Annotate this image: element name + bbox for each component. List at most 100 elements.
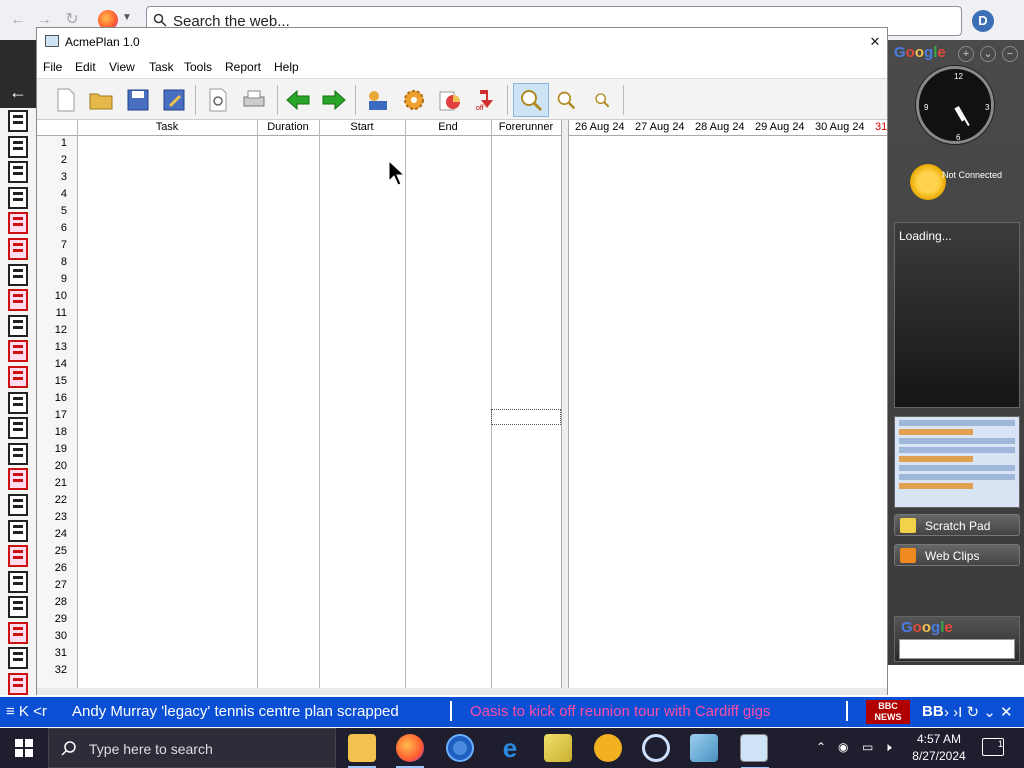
tray-chevron-icon[interactable]: ⌃ [816, 740, 826, 754]
row-number[interactable]: 28 [37, 596, 67, 608]
error-file-icon[interactable] [8, 340, 28, 363]
error-file-icon[interactable] [8, 237, 28, 260]
browser-back-icon[interactable]: ← [8, 10, 28, 30]
print-icon[interactable] [239, 85, 269, 115]
tabs-icon[interactable] [0, 40, 36, 78]
row-number[interactable]: 8 [37, 256, 67, 268]
web-clips-gadget[interactable]: Web Clips [894, 544, 1020, 566]
settings-gear-icon[interactable] [399, 85, 429, 115]
ticker-headline[interactable]: Andy Murray 'legacy' tennis centre plan … [72, 703, 399, 720]
windows-start-icon[interactable] [0, 728, 48, 768]
volume-muted-icon[interactable]: 🕨 [884, 740, 892, 755]
binary-file-icon[interactable] [8, 596, 28, 619]
pen-tool-icon[interactable] [594, 734, 622, 762]
photo-thumbnail-gadget[interactable] [894, 416, 1020, 508]
row-number[interactable]: 3 [37, 171, 67, 183]
minimize-icon[interactable]: − [1002, 46, 1018, 62]
ticker-controls[interactable]: › ›I ↻ ⌄ ✕ [944, 703, 1013, 721]
zoom-in-icon[interactable] [551, 85, 581, 115]
row-number[interactable]: 11 [37, 307, 67, 319]
row-number[interactable]: 15 [37, 375, 67, 387]
binary-file-icon[interactable] [8, 110, 28, 132]
row-number[interactable]: 2 [37, 154, 67, 166]
binary-file-icon[interactable] [8, 442, 28, 465]
binary-file-icon[interactable] [8, 493, 28, 516]
close-icon[interactable]: ✕ [863, 32, 887, 52]
ticker-headline[interactable]: Oasis to kick off reunion tour with Card… [470, 703, 770, 720]
menu-edit[interactable]: Edit [75, 60, 96, 74]
forward-arrow-icon[interactable] [319, 85, 349, 115]
row-number[interactable]: 19 [37, 443, 67, 455]
row-number[interactable]: 14 [37, 358, 67, 370]
save-icon[interactable] [123, 85, 153, 115]
chevron-down-icon[interactable]: ▼ [122, 12, 132, 23]
row-number[interactable]: 4 [37, 188, 67, 200]
row-number[interactable]: 13 [37, 341, 67, 353]
scratch-pad-gadget[interactable]: Scratch Pad [894, 514, 1020, 536]
chart-icon[interactable] [435, 85, 465, 115]
column-header-duration[interactable]: Duration [257, 121, 319, 133]
column-header-forerunner[interactable]: Forerunner [491, 121, 561, 133]
binary-file-icon[interactable] [8, 263, 28, 286]
row-number[interactable]: 16 [37, 392, 67, 404]
binary-file-icon[interactable] [8, 161, 28, 184]
binary-file-icon[interactable] [8, 186, 28, 209]
row-number[interactable]: 10 [37, 290, 67, 302]
task-grid[interactable]: Task Duration Start End Forerunner 12345… [37, 120, 567, 688]
row-number[interactable]: 25 [37, 545, 67, 557]
binary-file-icon[interactable] [8, 391, 28, 414]
row-number[interactable]: 24 [37, 528, 67, 540]
search-app-icon[interactable] [642, 734, 670, 762]
row-number[interactable]: 21 [37, 477, 67, 489]
binary-file-icon[interactable] [8, 570, 28, 593]
back-arrow-icon[interactable]: ← [0, 78, 36, 108]
edit-save-icon[interactable] [159, 85, 189, 115]
row-number[interactable]: 6 [37, 222, 67, 234]
column-header-task[interactable]: Task [77, 121, 257, 133]
row-number[interactable]: 12 [37, 324, 67, 336]
error-file-icon[interactable] [8, 545, 28, 568]
menu-help[interactable]: Help [274, 60, 299, 74]
network-icon[interactable]: ▭ [862, 740, 873, 754]
taskbar-search-box[interactable]: Type here to search [48, 728, 336, 768]
column-header-end[interactable]: End [405, 121, 491, 133]
menu-task[interactable]: Task [149, 60, 174, 74]
error-file-icon[interactable] [8, 212, 28, 235]
binary-file-icon[interactable] [8, 519, 28, 542]
chrome-browser-icon[interactable] [446, 734, 474, 762]
binary-file-icon[interactable] [8, 417, 28, 440]
print-preview-icon[interactable] [203, 85, 233, 115]
row-number[interactable]: 7 [37, 239, 67, 251]
row-number[interactable]: 26 [37, 562, 67, 574]
resources-icon[interactable] [363, 85, 393, 115]
row-number[interactable]: 23 [37, 511, 67, 523]
news-gadget[interactable]: Loading... [894, 222, 1020, 408]
off-arrow-icon[interactable]: off [471, 85, 501, 115]
add-gadget-icon[interactable]: + [958, 46, 974, 62]
row-number[interactable]: 9 [37, 273, 67, 285]
row-number[interactable]: 30 [37, 630, 67, 642]
error-file-icon[interactable] [8, 468, 28, 491]
taskbar-clock[interactable]: 4:57 AM 8/27/2024 [900, 731, 978, 765]
zoom-icon[interactable] [513, 83, 549, 117]
notepad-app-icon[interactable] [690, 734, 718, 762]
horizontal-scrollbar[interactable] [37, 688, 887, 695]
error-file-icon[interactable] [8, 673, 28, 696]
tray-app-icon[interactable]: ◉ [838, 740, 848, 754]
row-number[interactable]: 22 [37, 494, 67, 506]
selected-cell[interactable] [491, 409, 561, 425]
column-header-start[interactable]: Start [319, 121, 405, 133]
internet-explorer-icon[interactable]: e [496, 734, 524, 762]
row-number[interactable]: 29 [37, 613, 67, 625]
row-number[interactable]: 18 [37, 426, 67, 438]
extension-icon[interactable]: D [972, 10, 994, 32]
back-arrow-icon[interactable] [283, 85, 313, 115]
menu-file[interactable]: File [43, 60, 62, 74]
error-file-icon[interactable] [8, 621, 28, 644]
menu-report[interactable]: Report [225, 60, 261, 74]
chevron-down-icon[interactable]: ⌄ [980, 46, 996, 62]
error-file-icon[interactable] [8, 289, 28, 312]
notification-center-icon[interactable]: 1 [982, 738, 1004, 756]
ticker-menu-icon[interactable]: ≡ K <r [6, 703, 47, 720]
pane-splitter[interactable] [561, 120, 569, 688]
